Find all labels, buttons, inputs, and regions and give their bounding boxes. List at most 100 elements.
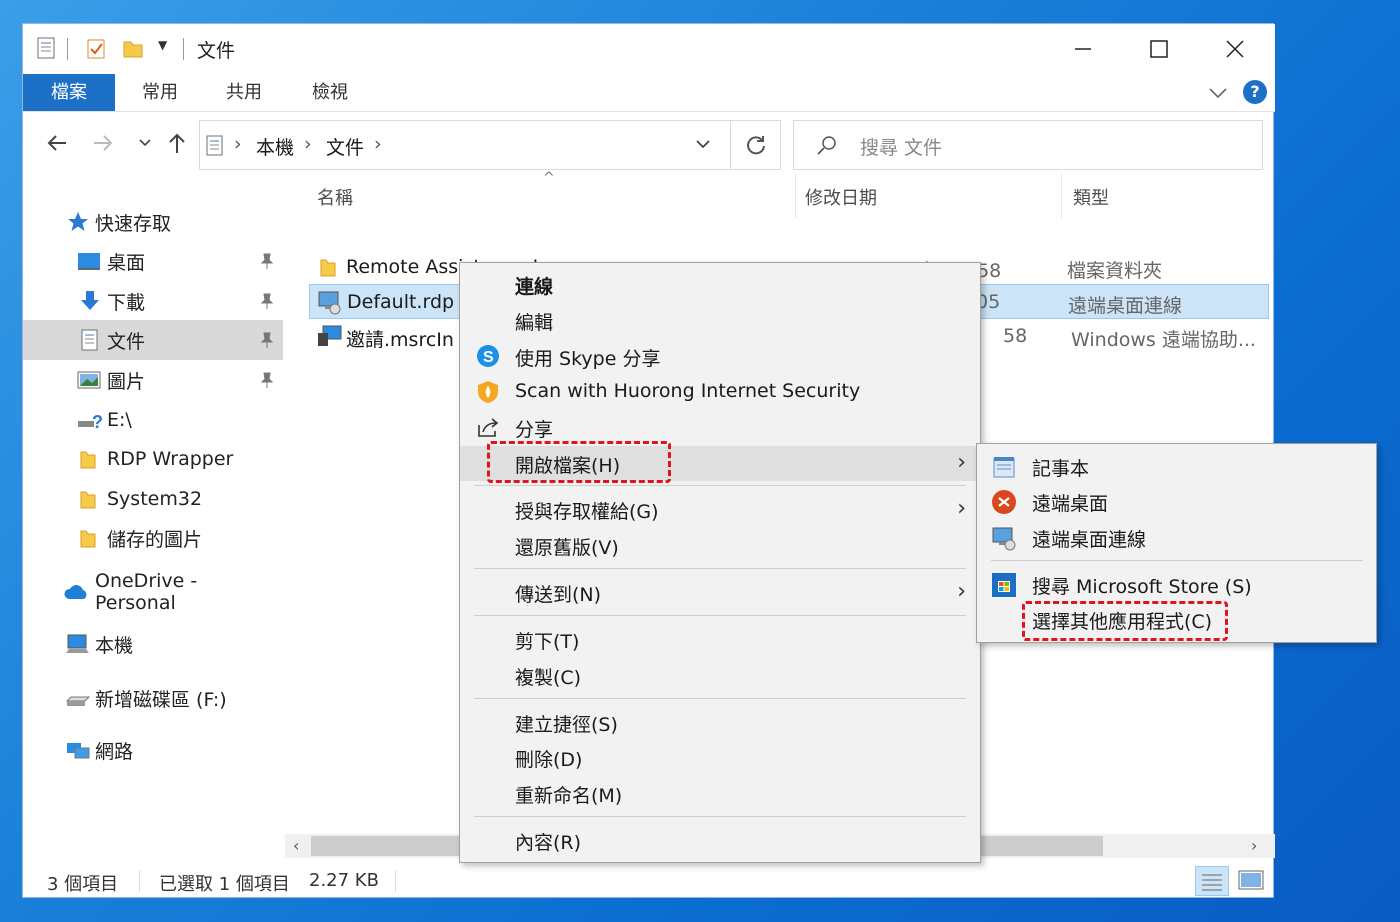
notepad-icon (991, 454, 1017, 480)
menu-item-connect[interactable]: 連線 (460, 267, 980, 302)
pin-icon[interactable] (259, 371, 275, 389)
breadcrumb-this-pc[interactable]: 本機 (256, 133, 294, 160)
file-name: 邀請.msrcIn (346, 329, 454, 351)
help-icon[interactable]: ? (1243, 80, 1267, 104)
menu-item-give-access[interactable]: 授與存取權給(G) › (460, 492, 980, 527)
sidebar-label: 下載 (107, 291, 146, 314)
sidebar-item-downloads[interactable]: 下載 (23, 281, 283, 321)
sidebar-item-pictures[interactable]: 圖片 (23, 360, 283, 400)
search-box[interactable]: 搜尋 文件 (793, 120, 1263, 170)
sidebar-item-rdp-wrapper[interactable]: RDP Wrapper (23, 439, 283, 479)
sidebar-quick-access[interactable]: 快速存取 (23, 202, 283, 242)
chevron-down-icon (139, 139, 151, 147)
network-icon (65, 739, 91, 761)
menu-item-share[interactable]: 分享 (460, 410, 980, 445)
selection-info: 已選取 1 個項目 (159, 874, 290, 895)
menu-item-cut[interactable]: 剪下(T) (460, 622, 980, 657)
sidebar-item-e-drive[interactable]: ? E:\ (23, 400, 283, 440)
scroll-right-icon[interactable]: › (1251, 836, 1257, 855)
submenu-arrow-icon: › (957, 579, 966, 604)
back-button[interactable] (43, 128, 71, 158)
status-bar: 3 個項目 已選取 1 個項目 2.27 KB (23, 862, 1275, 898)
menu-separator (474, 485, 966, 486)
sidebar-item-network[interactable]: 網路 (23, 730, 283, 770)
up-button[interactable] (163, 128, 191, 158)
sidebar-item-saved-pictures[interactable]: 儲存的圖片 (23, 518, 283, 558)
sidebar-item-this-pc[interactable]: 本機 (23, 624, 283, 664)
up-arrow-icon (169, 133, 185, 153)
sidebar-item-desktop[interactable]: 桌面 (23, 241, 283, 281)
submenu-item-remote-desktop[interactable]: 遠端桌面 (977, 484, 1376, 519)
minimize-icon (1075, 48, 1091, 50)
column-header-modified[interactable]: 修改日期 (805, 184, 877, 210)
close-button[interactable] (1197, 24, 1273, 74)
address-bar[interactable]: › 本機 › 文件 › (199, 120, 731, 170)
menu-item-copy[interactable]: 複製(C) (460, 658, 980, 693)
column-header-type[interactable]: 類型 (1073, 184, 1109, 210)
documents-icon (204, 134, 226, 163)
submenu-item-rdc[interactable]: 遠端桌面連線 (977, 520, 1376, 555)
sidebar-label: OneDrive - Personal (95, 570, 198, 614)
highlight-box (1022, 601, 1228, 641)
maximize-button[interactable] (1121, 24, 1197, 74)
skype-icon: S (476, 344, 500, 368)
menu-label: Scan with Huorong Internet Security (515, 380, 861, 402)
back-arrow-icon (47, 135, 66, 151)
tab-share[interactable]: 共用 (209, 74, 279, 111)
sidebar-item-onedrive[interactable]: OneDrive - Personal (23, 570, 283, 614)
qat-dropdown-icon[interactable]: ▼ (158, 38, 167, 52)
menu-label: 授與存取權給(G) (515, 501, 659, 523)
column-header-name[interactable]: 名稱 (317, 184, 353, 210)
breadcrumb-documents[interactable]: 文件 (326, 133, 364, 160)
menu-item-huorong-scan[interactable]: Scan with Huorong Internet Security (460, 375, 980, 410)
address-history-dropdown[interactable] (694, 135, 712, 158)
menu-separator (474, 615, 966, 616)
folder-icon (79, 448, 101, 470)
menu-label: 遠端桌面連線 (1032, 529, 1147, 551)
large-icons-view-button[interactable] (1235, 866, 1269, 896)
menu-item-restore-previous[interactable]: 還原舊版(V) (460, 528, 980, 563)
pin-icon[interactable] (259, 331, 275, 349)
tab-home[interactable]: 常用 (125, 74, 195, 111)
menu-item-rename[interactable]: 重新命名(M) (460, 776, 980, 811)
minimize-button[interactable] (1045, 24, 1121, 74)
menu-item-properties[interactable]: 內容(R) (460, 823, 980, 858)
menu-label: 編輯 (515, 312, 554, 334)
tab-view[interactable]: 檢視 (295, 74, 365, 111)
sidebar-item-system32[interactable]: System32 (23, 479, 283, 519)
tab-file[interactable]: 檔案 (23, 74, 115, 111)
rdp-file-icon (316, 289, 342, 320)
menu-label: 還原舊版(V) (515, 537, 619, 559)
close-icon (1226, 40, 1244, 58)
ribbon-tabs: 檔案 常用 共用 檢視 ? (23, 74, 1275, 112)
recent-locations-button[interactable] (131, 128, 159, 158)
checklist-icon[interactable] (85, 36, 107, 60)
refresh-button[interactable] (731, 120, 781, 170)
forward-button[interactable] (89, 128, 117, 158)
submenu-item-notepad[interactable]: 記事本 (977, 449, 1376, 484)
sidebar-item-documents[interactable]: 文件 (23, 320, 283, 360)
menu-item-skype-share[interactable]: S 使用 Skype 分享 (460, 339, 980, 374)
huorong-shield-icon (476, 380, 500, 404)
navigation-pane: 快速存取 桌面 下載 文件 圖片 ? E:\ RDP Wrapper Syste… (23, 174, 285, 859)
properties-icon[interactable] (35, 36, 57, 60)
scroll-left-icon[interactable]: ‹ (293, 836, 299, 855)
menu-label: 建立捷徑(S) (515, 714, 618, 736)
pin-icon[interactable] (259, 292, 275, 310)
menu-item-edit[interactable]: 編輯 (460, 303, 980, 338)
menu-item-send-to[interactable]: 傳送到(N) › (460, 575, 980, 610)
file-name: Default.rdp (347, 291, 455, 313)
menu-separator (474, 568, 966, 569)
sidebar-label: 網路 (95, 740, 134, 763)
menu-item-delete[interactable]: 刪除(D) (460, 740, 980, 775)
menu-item-create-shortcut[interactable]: 建立捷徑(S) (460, 705, 980, 740)
large-icons-view-icon (1238, 870, 1264, 890)
details-view-button[interactable] (1195, 866, 1229, 896)
expand-ribbon-icon[interactable] (1207, 82, 1229, 107)
new-folder-icon[interactable] (121, 36, 143, 60)
share-icon (476, 415, 500, 439)
pin-icon[interactable] (259, 252, 275, 270)
submenu-item-store[interactable]: 搜尋 Microsoft Store (S) (977, 567, 1376, 602)
sidebar-item-new-volume[interactable]: 新增磁碟區 (F:) (23, 678, 283, 718)
folder-icon (79, 527, 101, 549)
